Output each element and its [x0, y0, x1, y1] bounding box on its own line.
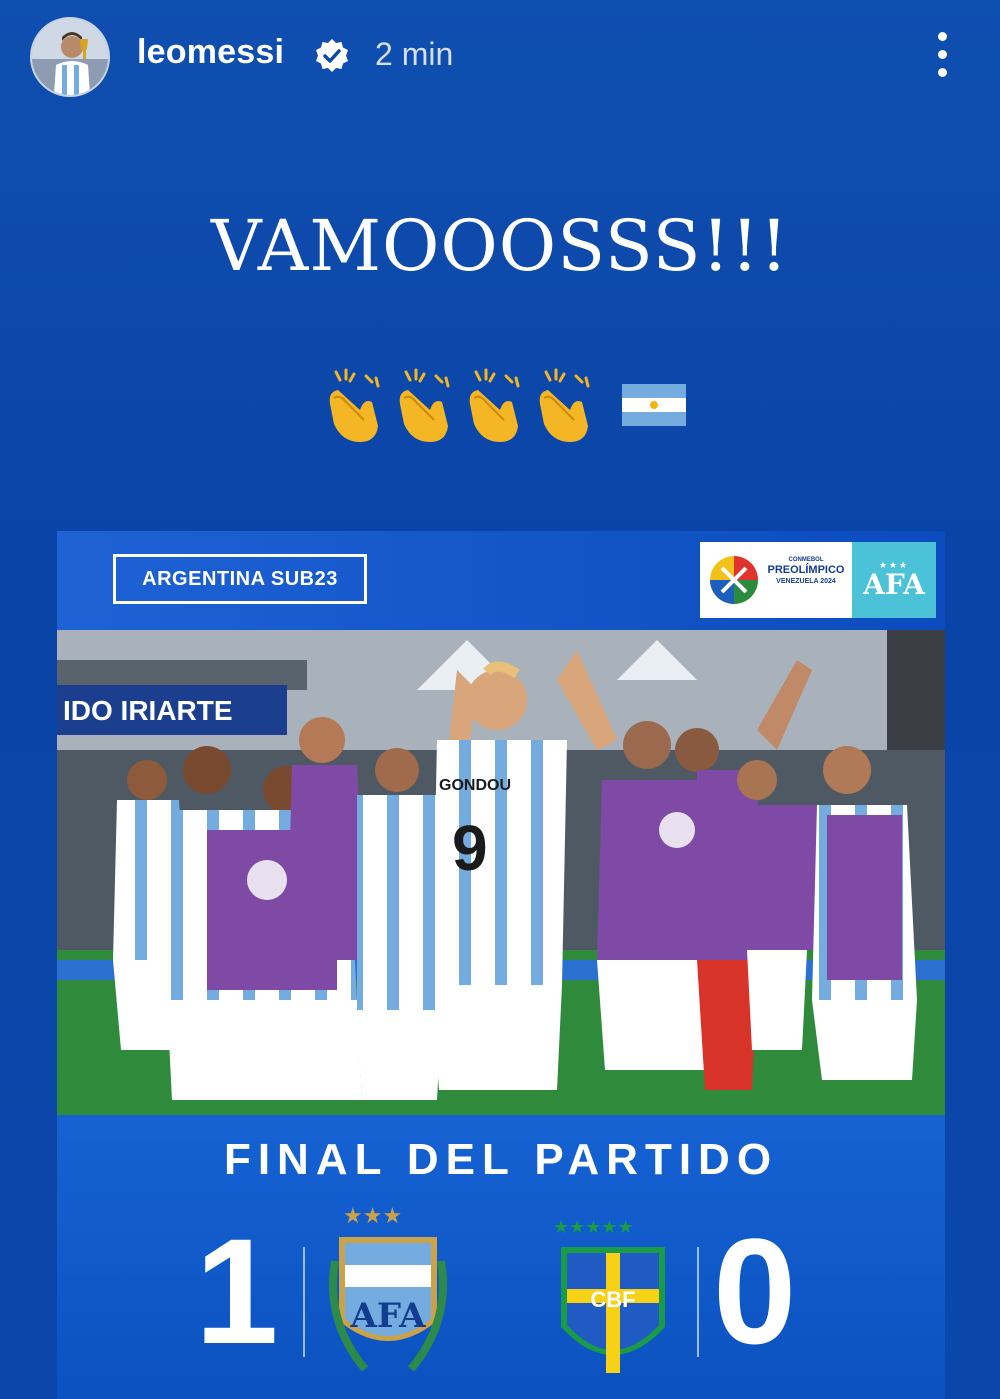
team-tag: ARGENTINA SUB23 — [113, 554, 367, 604]
verified-badge-icon — [316, 39, 348, 72]
home-score: 1 — [195, 1207, 279, 1375]
preolimpico-logo: CONMEBOL PREOLÍMPICO VENEZUELA 2024 — [700, 542, 852, 618]
shared-post[interactable]: ARGENTINA SUB23 CONMEBOL PREOLÍMPICO VEN… — [57, 531, 945, 1399]
result-title: FINAL DEL PARTIDO — [223, 1135, 779, 1184]
post-top-bar: ARGENTINA SUB23 CONMEBOL PREOLÍMPICO VEN… — [57, 531, 945, 631]
player-name: GONDOU — [439, 777, 511, 794]
cbf-crest-icon: ★★★★★ CBF — [553, 1217, 665, 1373]
cbf-crest-text: CBF — [590, 1287, 635, 1312]
emoji-row — [329, 368, 686, 442]
preolimpico-label: PREOLÍMPICO — [767, 564, 845, 576]
svg-text:★★★★★: ★★★★★ — [553, 1217, 634, 1238]
argentina-flag-icon — [622, 384, 686, 426]
clapping-hands-icon — [399, 368, 450, 442]
away-divider — [697, 1247, 699, 1357]
tournament-logos: CONMEBOL PREOLÍMPICO VENEZUELA 2024 ★★★ … — [700, 542, 936, 618]
afa-logo: ★★★ AFA — [852, 542, 936, 618]
preolimpico-ball-icon — [710, 556, 758, 604]
more-options-icon[interactable] — [925, 30, 961, 80]
venue-label: VENEZUELA 2024 — [776, 578, 836, 585]
clapping-hands-icon — [469, 368, 520, 442]
stadium-banner: IDO IRIARTE — [63, 695, 233, 726]
home-divider — [303, 1247, 305, 1357]
away-score: 0 — [713, 1207, 797, 1375]
clapping-hands-icon — [329, 368, 380, 442]
svg-text:★★★: ★★★ — [343, 1204, 402, 1229]
afa-crest-text: AFA — [350, 1296, 427, 1336]
story-header: leomessi 2 min — [0, 0, 1000, 110]
player-center-left — [357, 748, 442, 1100]
afa-crest-icon: ★★★ AFA — [329, 1204, 447, 1372]
afa-logo-text: AFA — [863, 568, 925, 601]
player-number: 9 — [452, 812, 488, 884]
clapping-hands-icon — [539, 368, 590, 442]
story-caption: VAMOOOSSS!!! — [211, 205, 789, 287]
avatar[interactable] — [30, 17, 110, 97]
team-celebration-photo: IDO IRIARTE GONDOU 9 — [57, 630, 945, 1115]
timestamp: 2 min — [375, 36, 454, 72]
username[interactable]: leomessi — [137, 33, 284, 72]
match-result: FINAL DEL PARTIDO 1 ★★★ AFA ★★★★★ CBF 0 — [57, 1115, 945, 1399]
conmebol-label: CONMEBOL — [788, 557, 824, 563]
